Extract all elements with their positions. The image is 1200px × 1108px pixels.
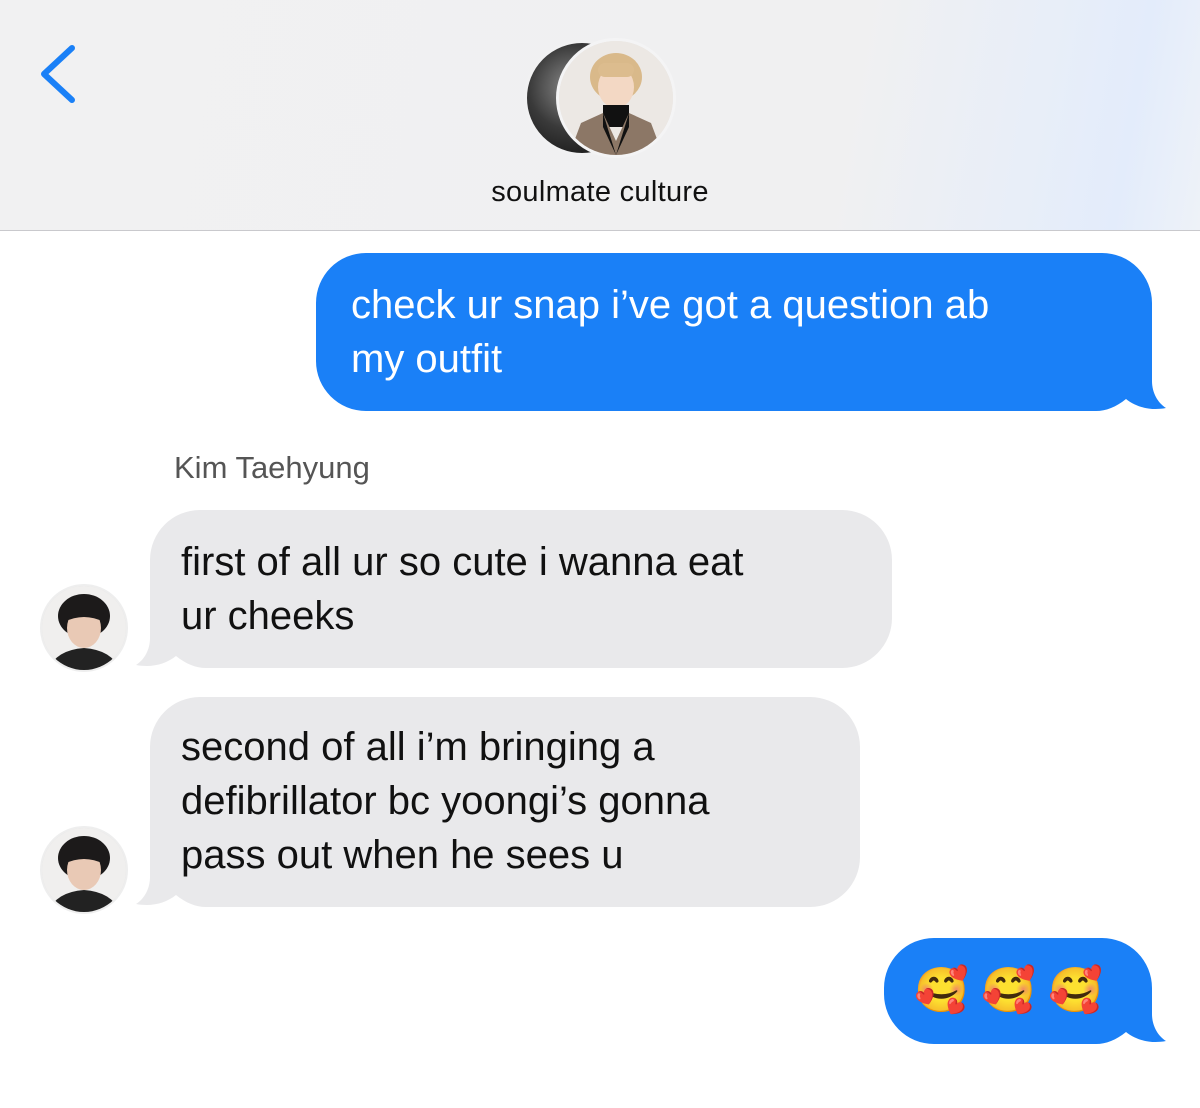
message-bubble-outgoing[interactable]: 🥰 🥰 🥰 <box>884 938 1166 1046</box>
conversation-header: soulmate culture <box>0 0 1200 231</box>
message-bubble-outgoing[interactable]: check ur snap i’ve got a question ab my … <box>316 253 1166 415</box>
avatar-primary <box>556 38 676 158</box>
sender-avatar[interactable] <box>40 826 128 914</box>
back-button[interactable] <box>34 40 84 106</box>
message-text: first of all ur so cute i wanna eat <box>181 540 744 584</box>
message-bubble-incoming[interactable]: second of all i’m bringing a defibrillat… <box>136 697 862 911</box>
group-avatar[interactable] <box>524 38 676 158</box>
emoji-text: 🥰 🥰 🥰 <box>914 966 1103 1015</box>
message-text: ur cheeks <box>181 594 355 638</box>
message-bubble-incoming[interactable]: first of all ur so cute i wanna eat ur c… <box>136 510 894 672</box>
message-text: defibrillator bc yoongi’s gonna <box>181 779 710 823</box>
thread-title[interactable]: soulmate culture <box>0 176 1200 209</box>
sender-name: Kim Taehyung <box>174 450 370 485</box>
message-text: my outfit <box>351 337 503 381</box>
message-text: second of all i’m bringing a <box>181 725 655 769</box>
message-text: pass out when he sees u <box>181 833 624 877</box>
sender-avatar[interactable] <box>40 584 128 672</box>
chevron-left-icon <box>41 45 75 103</box>
message-text: check ur snap i’ve got a question ab <box>351 283 990 327</box>
